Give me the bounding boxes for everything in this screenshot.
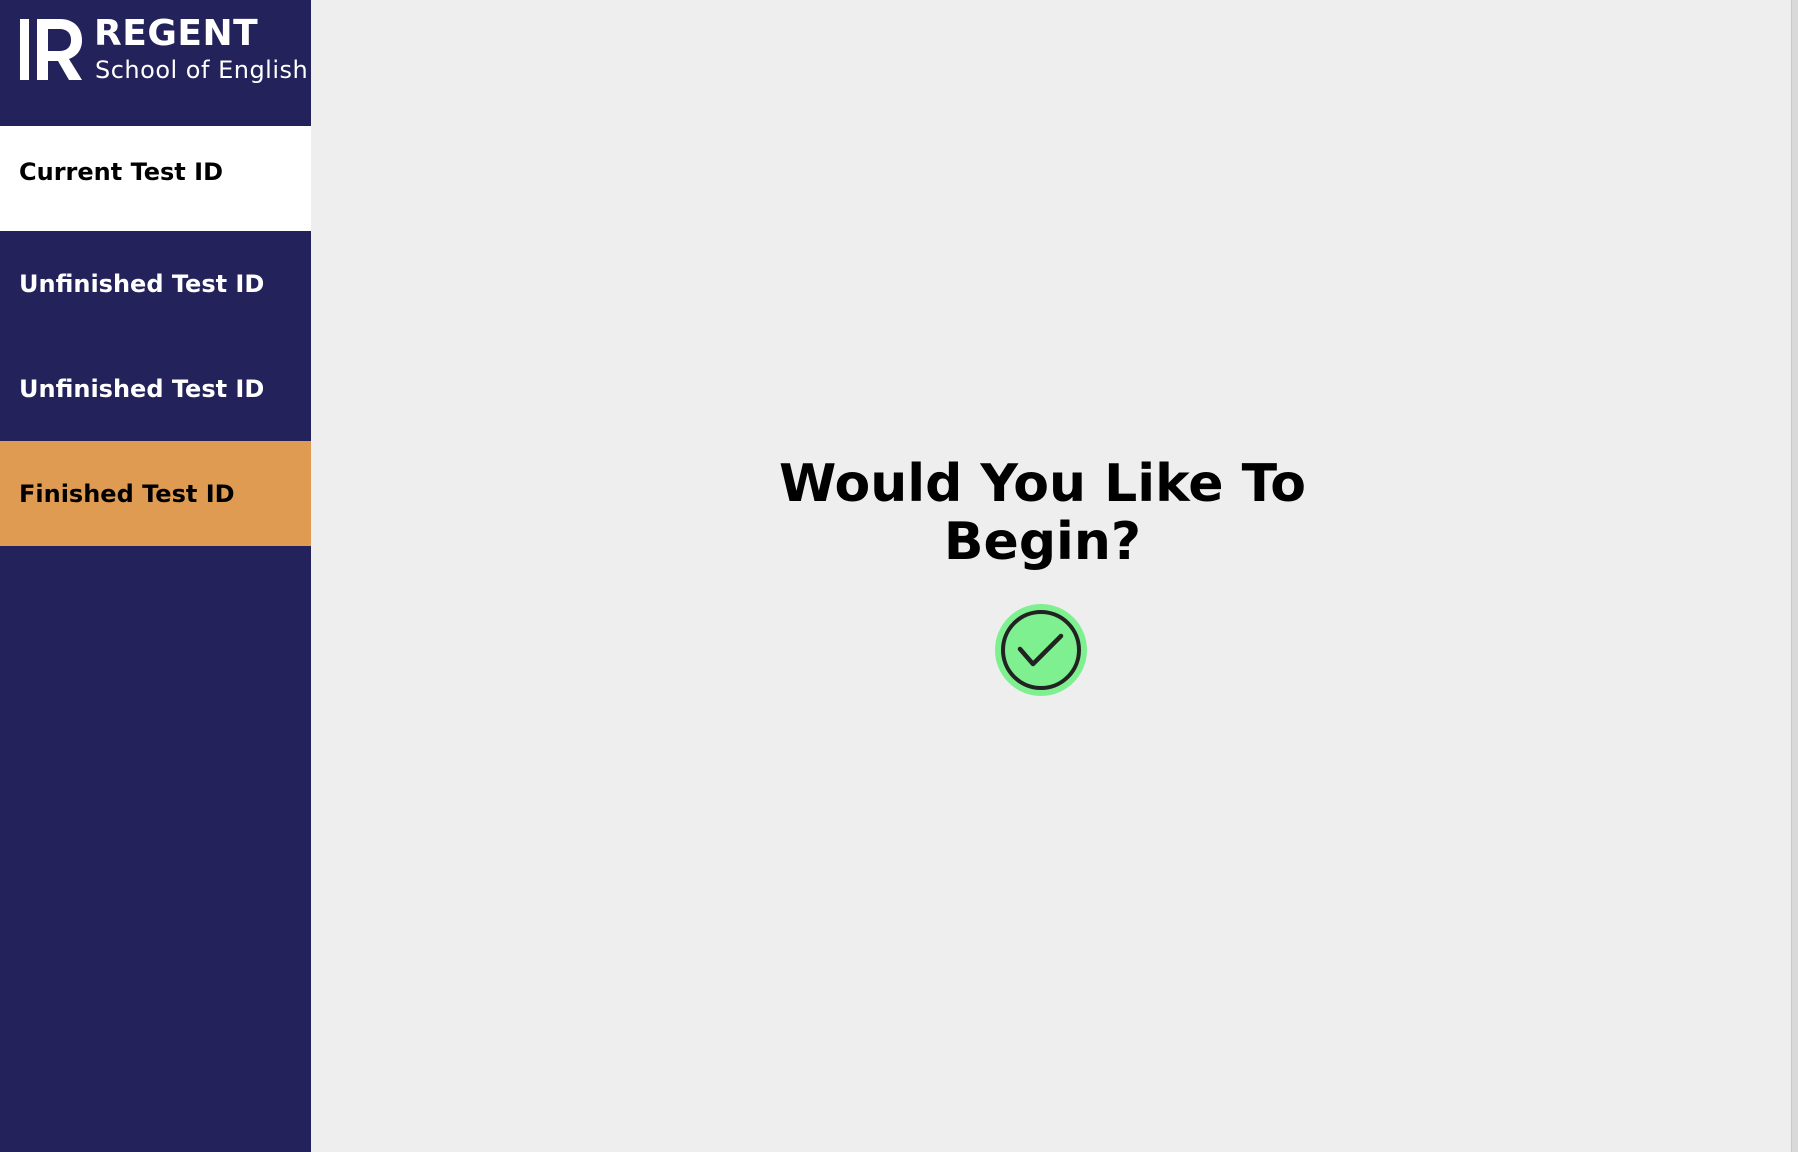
sidebar-item-label: Current Test ID <box>19 158 223 186</box>
sidebar-item-unfinished-test-2[interactable]: Unfinished Test ID <box>0 336 311 441</box>
sidebar-item-current-test[interactable]: Current Test ID <box>0 126 311 231</box>
begin-prompt: Would You Like To Begin? <box>311 455 1774 571</box>
checkmark-circle-icon <box>1001 610 1081 690</box>
brand-subtitle: School of English <box>95 56 309 84</box>
main-content: Would You Like To Begin? <box>311 0 1798 1152</box>
sidebar: REGENT School of English Current Test ID… <box>0 0 311 1152</box>
sidebar-item-label: Unfinished Test ID <box>19 269 265 298</box>
regent-r-logo-icon <box>20 19 82 80</box>
prompt-line-1: Would You Like To <box>779 454 1306 514</box>
main-panel: Would You Like To Begin? <box>311 0 1792 1152</box>
brand-logo: REGENT School of English <box>0 0 311 126</box>
sidebar-item-label: Finished Test ID <box>19 479 235 508</box>
begin-confirm-button[interactable] <box>995 604 1087 696</box>
sidebar-item-finished-test[interactable]: Finished Test ID <box>0 441 311 546</box>
window-scrollbar[interactable] <box>1791 0 1798 1152</box>
sidebar-item-label: Unfinished Test ID <box>19 374 265 403</box>
prompt-line-2: Begin? <box>943 512 1142 572</box>
app-window: REGENT School of English Current Test ID… <box>0 0 1798 1152</box>
brand-name: REGENT <box>94 13 259 54</box>
sidebar-item-unfinished-test-1[interactable]: Unfinished Test ID <box>0 231 311 336</box>
